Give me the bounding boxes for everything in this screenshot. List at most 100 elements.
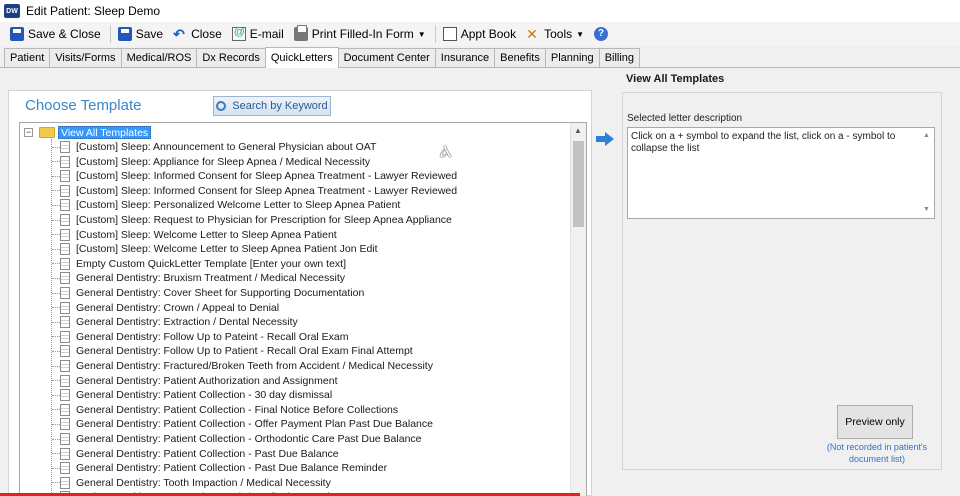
tab-insurance[interactable]: Insurance xyxy=(434,48,496,67)
save-close-button[interactable]: Save & Close xyxy=(6,24,105,44)
tools-button[interactable]: ✕ Tools ▼ xyxy=(522,24,588,44)
template-item[interactable]: General Dentistry: Patient Authorization… xyxy=(52,374,337,388)
tree-connector xyxy=(52,394,60,396)
tree-scrollbar[interactable]: ▲ xyxy=(570,123,586,496)
tools-label: Tools xyxy=(544,27,573,41)
template-item[interactable]: [Custom] Sleep: Welcome Letter to Sleep … xyxy=(52,242,378,256)
tree-connector xyxy=(52,307,60,309)
tree-connector xyxy=(52,321,60,323)
tree-connector xyxy=(52,219,60,221)
tab-billing[interactable]: Billing xyxy=(598,48,641,67)
tree-connector xyxy=(52,423,60,425)
appt-book-button[interactable]: Appt Book xyxy=(439,24,520,44)
arrow-right-icon xyxy=(596,132,614,146)
preview-only-button[interactable]: Preview only xyxy=(837,405,913,439)
title-bar: DW Edit Patient: Sleep Demo xyxy=(0,0,960,22)
template-item-label: General Dentistry: Patient Collection - … xyxy=(76,418,433,431)
tree-connector xyxy=(52,336,60,338)
tab-visits-forms[interactable]: Visits/Forms xyxy=(49,48,122,67)
template-item[interactable]: General Dentistry: Cover Sheet for Suppo… xyxy=(52,286,364,300)
scroll-up-icon[interactable]: ▲ xyxy=(923,130,930,142)
template-item[interactable]: General Dentistry: Patient Collection - … xyxy=(52,461,387,475)
template-item[interactable]: [Custom] Sleep: Appliance for Sleep Apne… xyxy=(52,155,370,169)
tree-connector xyxy=(52,365,60,367)
description-text: Click on a + symbol to expand the list, … xyxy=(631,131,896,154)
tab-quickletters[interactable]: QuickLetters xyxy=(264,47,339,68)
template-item[interactable]: General Dentistry: Crown / Appeal to Den… xyxy=(52,301,279,315)
scrollbar-thumb[interactable] xyxy=(573,141,584,227)
template-item[interactable]: General Dentistry: Patient Collection - … xyxy=(52,417,433,431)
template-item[interactable]: [Custom] Sleep: Personalized Welcome Let… xyxy=(52,198,400,212)
tab-strip: Patient Visits/Forms Medical/ROS Dx Reco… xyxy=(0,47,960,68)
tab-medical-ros[interactable]: Medical/ROS xyxy=(120,48,198,67)
template-item[interactable]: General Dentistry: Bruxism Treatment / M… xyxy=(52,271,345,285)
tree-root-label[interactable]: View All Templates xyxy=(58,125,152,139)
toolbar-separator xyxy=(434,25,436,43)
close-label: Close xyxy=(191,27,222,41)
tab-planning[interactable]: Planning xyxy=(544,48,600,67)
choose-template-panel: Choose Template Search by Keyword − View… xyxy=(8,90,592,496)
tree-connector xyxy=(52,263,60,265)
tree-connector xyxy=(52,482,60,484)
tree-connector xyxy=(52,409,60,411)
tree-root[interactable]: − View All Templates xyxy=(24,125,152,139)
close-button[interactable]: ↶ Close xyxy=(169,24,226,44)
print-form-label: Print Filled-In Form xyxy=(311,27,414,41)
save-close-label: Save & Close xyxy=(28,27,101,41)
document-icon xyxy=(60,228,70,241)
tab-benefits[interactable]: Benefits xyxy=(494,48,546,67)
template-item[interactable]: General Dentistry: Patient Collection - … xyxy=(52,388,332,402)
template-item-label: Empty Custom QuickLetter Template [Enter… xyxy=(76,257,347,270)
not-recorded-note: (Not recorded in patient's document list… xyxy=(826,442,928,464)
template-item-label: [Custom] Sleep: Appliance for Sleep Apne… xyxy=(76,155,371,168)
document-icon xyxy=(60,301,70,314)
template-item-label: [Custom] Sleep: Welcome Letter to Sleep … xyxy=(76,228,337,241)
template-item[interactable]: General Dentistry: Follow Up to Patient … xyxy=(52,344,413,358)
template-item[interactable]: [Custom] Sleep: Announcement to General … xyxy=(52,140,376,154)
help-icon: ? xyxy=(594,27,609,41)
save-icon xyxy=(117,27,132,41)
scroll-down-icon[interactable]: ▼ xyxy=(923,204,930,216)
template-item[interactable]: General Dentistry: Patient Collection - … xyxy=(52,403,398,417)
document-icon xyxy=(60,360,70,372)
document-icon xyxy=(60,243,70,256)
template-item[interactable]: [Custom] Sleep: Informed Consent for Sle… xyxy=(52,169,457,183)
scroll-up-icon[interactable]: ▲ xyxy=(574,126,582,135)
template-item-label: General Dentistry: Follow Up to Pateint … xyxy=(76,330,349,343)
template-item-label: General Dentistry: Crown / Appeal to Den… xyxy=(76,301,280,314)
tree-connector xyxy=(52,234,60,236)
template-item-label: [Custom] Sleep: Announcement to General … xyxy=(76,141,377,153)
template-item-label: General Dentistry: Patient Collection - … xyxy=(76,447,339,460)
template-item[interactable]: General Dentistry: Patient Collection - … xyxy=(52,447,339,461)
document-icon xyxy=(60,184,70,197)
print-form-button[interactable]: Print Filled-In Form ▼ xyxy=(290,24,430,44)
collapse-icon[interactable]: − xyxy=(24,127,33,137)
tree-connector xyxy=(52,175,60,177)
template-item[interactable]: General Dentistry: Tooth Impaction / Med… xyxy=(52,476,331,490)
document-icon xyxy=(60,433,70,445)
template-item[interactable]: General Dentistry: Follow Up to Pateint … xyxy=(52,330,349,344)
description-scrollbar[interactable]: ▲ ▼ xyxy=(920,128,934,218)
template-item[interactable]: General Dentistry: Fractured/Broken Teet… xyxy=(52,359,433,373)
tree-connector xyxy=(52,190,60,192)
template-item-label: General Dentistry: Extraction / Dental N… xyxy=(76,316,298,329)
email-icon xyxy=(231,26,246,41)
tab-patient[interactable]: Patient xyxy=(4,48,51,67)
tab-dx-records[interactable]: Dx Records xyxy=(196,48,266,67)
description-textbox[interactable]: Click on a + symbol to expand the list, … xyxy=(627,127,935,219)
template-item[interactable]: General Dentistry: Patient Collection - … xyxy=(52,432,422,446)
email-button[interactable]: E-mail xyxy=(228,24,288,44)
template-item[interactable]: [Custom] Sleep: Request to Physician for… xyxy=(52,213,452,227)
template-item[interactable]: Empty Custom QuickLetter Template [Enter… xyxy=(52,257,346,271)
search-by-keyword-button[interactable]: Search by Keyword xyxy=(213,96,331,116)
template-item[interactable]: [Custom] Sleep: Welcome Letter to Sleep … xyxy=(52,228,337,242)
template-item[interactable]: [Custom] Sleep: Informed Consent for Sle… xyxy=(52,184,457,198)
save-button[interactable]: Save xyxy=(114,24,167,44)
template-item[interactable]: General Dentistry: Extraction / Dental N… xyxy=(52,315,298,329)
document-icon xyxy=(60,462,70,475)
toolbar: Save & Close Save ↶ Close E-mail Print F… xyxy=(0,22,960,46)
template-item-label: [Custom] Sleep: Informed Consent for Sle… xyxy=(76,170,458,183)
help-button[interactable]: ? xyxy=(590,24,616,44)
template-item-label: General Dentistry: Fractured/Broken Teet… xyxy=(76,360,433,372)
tab-document-center[interactable]: Document Center xyxy=(337,48,436,67)
